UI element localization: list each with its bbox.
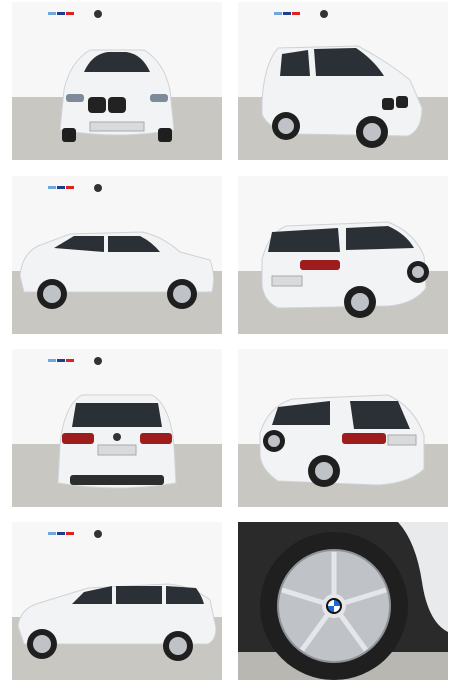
bmw-m-stripes-icon (48, 359, 74, 362)
bmw-logo-icon (94, 10, 102, 18)
photo-gallery (0, 0, 451, 681)
photo-side-left[interactable] (12, 176, 222, 334)
bmw-logo-icon (94, 184, 102, 192)
car-side-left-alt-image (12, 522, 222, 680)
bmw-logo-icon (320, 10, 328, 18)
car-side-left-image (12, 176, 222, 334)
photo-front[interactable] (12, 2, 222, 160)
bmw-logo-icon (94, 530, 102, 538)
car-front-three-quarter-image (238, 2, 448, 160)
photo-wheel-closeup[interactable] (238, 522, 448, 680)
bmw-m-stripes-icon (48, 186, 74, 189)
photo-rear-three-quarter-right[interactable] (238, 349, 448, 507)
wheel-closeup-image (238, 522, 448, 680)
bmw-logo-icon (94, 357, 102, 365)
bmw-logo-icon (326, 598, 342, 614)
car-rear-three-quarter-left-image (238, 176, 448, 334)
car-rear-three-quarter-right-image (238, 349, 448, 507)
car-rear-image (12, 349, 222, 507)
bmw-m-stripes-icon (48, 12, 74, 15)
car-front-image (12, 2, 222, 160)
photo-rear[interactable] (12, 349, 222, 507)
photo-front-three-quarter[interactable] (238, 2, 448, 160)
photo-side-left-alt[interactable] (12, 522, 222, 680)
bmw-m-stripes-icon (274, 12, 300, 15)
bmw-m-stripes-icon (48, 532, 74, 535)
photo-rear-three-quarter-left[interactable] (238, 176, 448, 334)
